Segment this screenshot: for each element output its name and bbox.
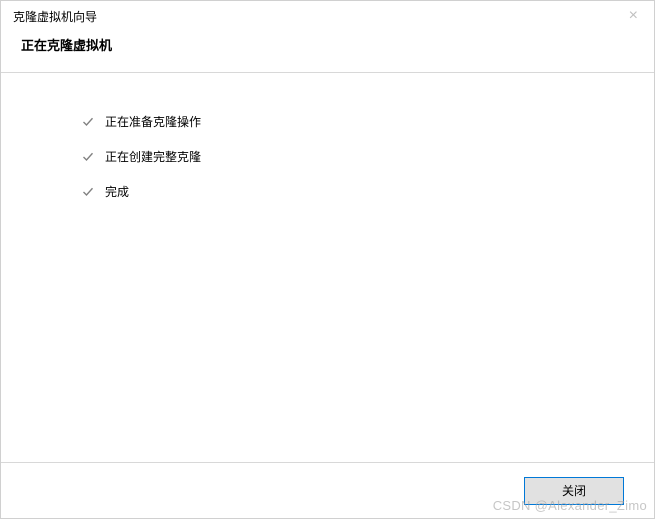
page-title: 正在克隆虚拟机	[21, 35, 634, 54]
step-label: 正在准备克隆操作	[105, 113, 201, 130]
footer: 关闭	[1, 463, 654, 518]
step-row: 完成	[81, 183, 654, 200]
step-row: 正在创建完整克隆	[81, 148, 654, 165]
window-title: 克隆虚拟机向导	[13, 8, 97, 25]
step-row: 正在准备克隆操作	[81, 113, 654, 130]
checkmark-icon	[81, 115, 95, 129]
content-area: 正在准备克隆操作 正在创建完整克隆 完成	[1, 72, 654, 463]
close-button[interactable]: 关闭	[524, 477, 624, 505]
header-section: 正在克隆虚拟机	[1, 31, 654, 72]
step-label: 完成	[105, 183, 129, 200]
checkmark-icon	[81, 150, 95, 164]
checkmark-icon	[81, 185, 95, 199]
dialog-window: 克隆虚拟机向导 × 正在克隆虚拟机 正在准备克隆操作 正在创建完整克隆 完成 关…	[0, 0, 655, 519]
title-bar: 克隆虚拟机向导 ×	[1, 1, 654, 31]
step-label: 正在创建完整克隆	[105, 148, 201, 165]
close-icon[interactable]: ×	[625, 7, 642, 25]
